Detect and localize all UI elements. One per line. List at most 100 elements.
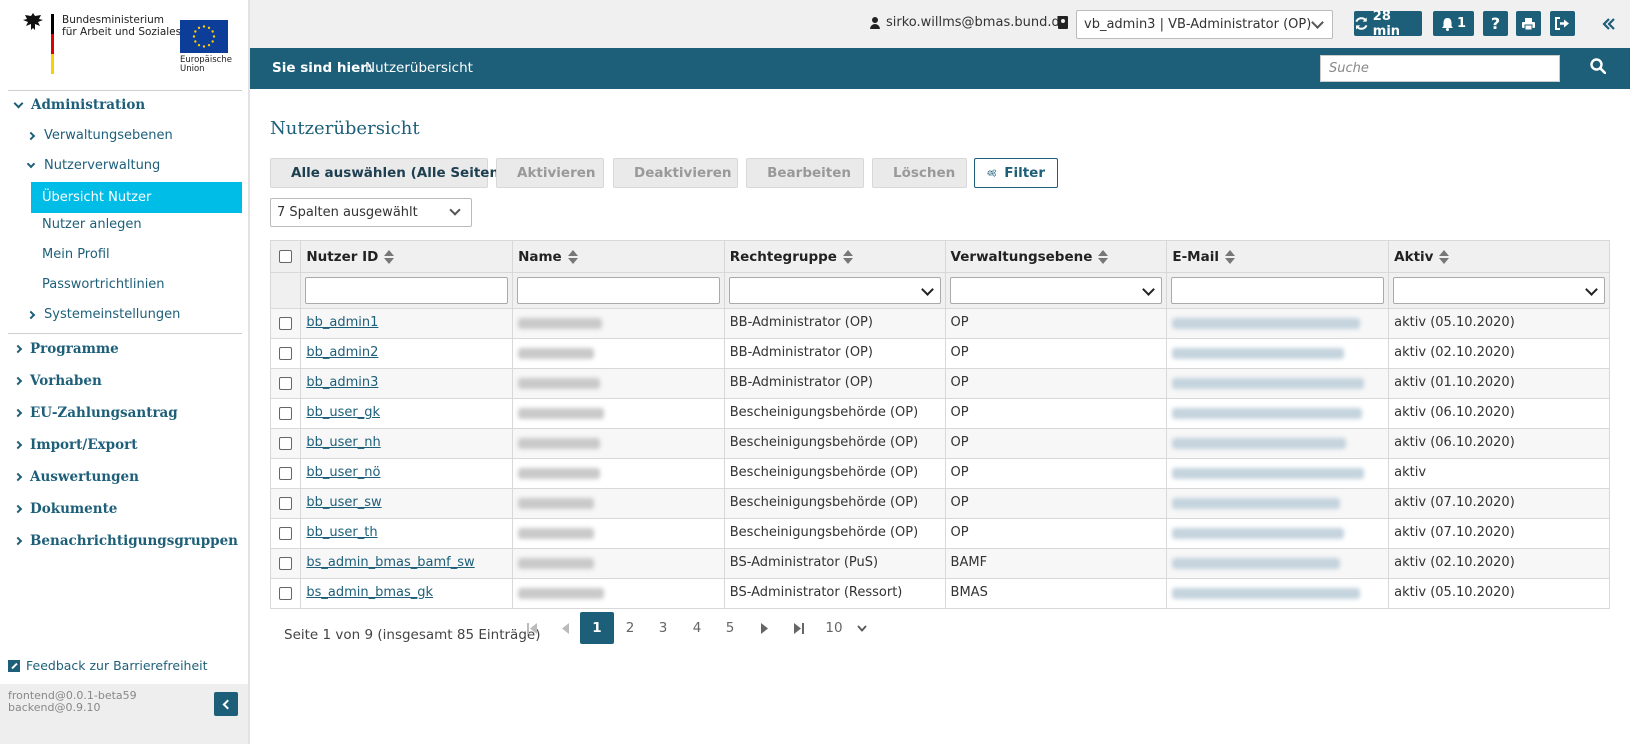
chevron-right-icon — [13, 536, 23, 546]
table-row[interactable]: bb_user_th Bescheinigungsbehörde (OP) OP ak… — [269, 518, 1610, 549]
column-header-verwaltungsebene[interactable]: Verwaltungsebene — [944, 240, 1168, 273]
user-id-link[interactable]: bb_admin1 — [306, 315, 378, 330]
search-icon[interactable] — [1590, 58, 1606, 74]
select-all-button[interactable]: Alle auswählen (Alle Seiten) — [270, 158, 505, 188]
logout-button[interactable] — [1550, 11, 1575, 36]
help-button[interactable]: ? — [1483, 11, 1508, 36]
column-header-aktiv[interactable]: Aktiv — [1388, 240, 1610, 273]
sort-icon[interactable] — [842, 249, 853, 264]
nav-mein-profil[interactable]: Mein Profil — [42, 247, 110, 262]
filter-button[interactable]: Filter — [974, 158, 1058, 188]
filter-nutzer-id-input[interactable] — [305, 277, 509, 304]
column-header-rechtegruppe[interactable]: Rechtegruppe — [723, 240, 946, 273]
external-link-icon — [8, 659, 20, 672]
user-id-link[interactable]: bb_user_nö — [306, 465, 380, 480]
table-row[interactable]: bb_admin2 BB-Administrator (OP) OP aktiv (0… — [269, 338, 1610, 369]
edit-button[interactable]: Bearbeiten — [746, 158, 864, 188]
next-page-button[interactable] — [754, 612, 774, 644]
sort-icon[interactable] — [1439, 249, 1450, 264]
table-row[interactable]: bb_user_nh Bescheinigungsbehörde (OP) OP ak… — [269, 428, 1610, 459]
page-size-select[interactable]: 10 — [822, 612, 870, 644]
column-header-nutzer-id[interactable]: Nutzer ID — [300, 240, 514, 273]
nav-benachrichtigungsgruppen[interactable]: Benachrichtigungsgruppen — [13, 533, 238, 549]
table-row[interactable]: bb_user_sw Bescheinigungsbehörde (OP) OP ak… — [269, 488, 1610, 519]
collapse-sidebar-button[interactable] — [214, 692, 238, 716]
user-id-link[interactable]: bs_admin_bmas_gk — [306, 585, 433, 600]
delete-button[interactable]: Löschen — [872, 158, 967, 188]
user-id-link[interactable]: bb_user_nh — [306, 435, 380, 450]
page-button-2[interactable]: 2 — [620, 612, 640, 644]
last-page-button[interactable] — [788, 612, 808, 644]
page-button-1[interactable]: 1 — [580, 612, 614, 644]
filter-verwaltungsebene-select[interactable] — [949, 277, 1163, 304]
nav-uebersicht-nutzer[interactable]: Übersicht Nutzer — [31, 182, 242, 213]
table-row[interactable]: bs_admin_bmas_gk BS-Administrator (Ressor… — [269, 578, 1610, 609]
nav-dokumente[interactable]: Dokumente — [13, 501, 118, 517]
nav-vorhaben[interactable]: Vorhaben — [13, 373, 102, 389]
header-select-cell — [269, 240, 302, 273]
row-checkbox[interactable] — [279, 527, 293, 540]
row-checkbox[interactable] — [279, 467, 293, 480]
column-header-name[interactable]: Name — [512, 240, 725, 273]
user-id-link[interactable]: bb_user_gk — [306, 405, 380, 420]
cell-name — [512, 338, 725, 369]
rechtegruppe-value: BB-Administrator (OP) — [729, 375, 873, 390]
nav-passwortrichtlinien[interactable]: Passwortrichtlinien — [42, 277, 165, 292]
user-id-link[interactable]: bb_user_sw — [306, 495, 381, 510]
row-checkbox[interactable] — [279, 377, 293, 390]
row-checkbox[interactable] — [279, 497, 293, 510]
table-row[interactable]: bb_user_nö Bescheinigungsbehörde (OP) OP ak… — [269, 458, 1610, 489]
nav-administration[interactable]: Administration — [13, 97, 145, 113]
page-button-5[interactable]: 5 — [720, 612, 740, 644]
nav-nutzerverwaltung[interactable]: Nutzerverwaltung — [26, 158, 160, 173]
notifications-button[interactable]: 1 — [1433, 11, 1474, 36]
user-id-link[interactable]: bs_admin_bmas_bamf_sw — [306, 555, 474, 570]
row-checkbox[interactable] — [279, 557, 293, 570]
cell-rechtegruppe: BB-Administrator (OP) — [723, 338, 946, 369]
user-id-link[interactable]: bb_admin3 — [306, 375, 378, 390]
table-row[interactable]: bb_user_gk Bescheinigungsbehörde (OP) OP ak… — [269, 398, 1610, 429]
sort-icon[interactable] — [1224, 249, 1235, 264]
table-row[interactable]: bb_admin1 BB-Administrator (OP) OP aktiv (0… — [269, 308, 1610, 339]
nav-import-export[interactable]: Import/Export — [13, 437, 137, 453]
row-checkbox[interactable] — [279, 317, 293, 330]
user-id-link[interactable]: bb_admin2 — [306, 345, 378, 360]
double-chevron-left-icon[interactable] — [1602, 15, 1616, 36]
sort-icon[interactable] — [384, 249, 395, 264]
nav-eu-zahlungsantrag-label: EU-Zahlungsantrag — [30, 405, 178, 421]
feedback-link[interactable]: Feedback zur Barrierefreiheit — [8, 658, 208, 673]
page-button-4[interactable]: 4 — [687, 612, 707, 644]
first-page-button[interactable] — [522, 612, 542, 644]
nav-programme[interactable]: Programme — [13, 341, 119, 357]
nav-nutzer-anlegen[interactable]: Nutzer anlegen — [42, 217, 142, 232]
row-checkbox[interactable] — [279, 407, 293, 420]
nav-dokumente-label: Dokumente — [30, 501, 118, 517]
nav-eu-zahlungsantrag[interactable]: EU-Zahlungsantrag — [13, 405, 178, 421]
table-row[interactable]: bs_admin_bmas_bamf_sw BS-Administrator (P… — [269, 548, 1610, 579]
row-checkbox[interactable] — [279, 437, 293, 450]
nav-verwaltungsebenen[interactable]: Verwaltungsebenen — [26, 128, 173, 143]
previous-page-button[interactable] — [556, 612, 576, 644]
page-button-3[interactable]: 3 — [653, 612, 673, 644]
filter-rechtegruppe-select[interactable] — [728, 277, 941, 304]
session-timer-button[interactable]: 28 min — [1354, 9, 1422, 39]
search-input[interactable]: Suche — [1320, 55, 1560, 82]
row-checkbox[interactable] — [279, 347, 293, 360]
sort-icon[interactable] — [1098, 249, 1109, 264]
print-button[interactable] — [1516, 11, 1541, 36]
activate-button[interactable]: Aktivieren — [496, 158, 604, 188]
user-id-link[interactable]: bb_user_th — [306, 525, 377, 540]
nav-systemeinstellungen[interactable]: Systemeinstellungen — [26, 307, 180, 322]
sort-icon[interactable] — [567, 249, 578, 264]
filter-aktiv-select[interactable] — [1393, 277, 1605, 304]
table-row[interactable]: bb_admin3 BB-Administrator (OP) OP aktiv (0… — [269, 368, 1610, 399]
deactivate-button[interactable]: Deaktivieren — [613, 158, 738, 188]
select-all-checkbox[interactable] — [279, 250, 293, 263]
column-header-email[interactable]: E-Mail — [1166, 240, 1390, 273]
row-checkbox[interactable] — [279, 587, 293, 600]
nav-auswertungen[interactable]: Auswertungen — [13, 469, 139, 485]
role-select[interactable]: vb_admin3 | VB-Administrator (OP) — [1076, 10, 1333, 39]
filter-name-input[interactable] — [517, 277, 720, 304]
column-select[interactable]: 7 Spalten ausgewählt — [270, 198, 472, 227]
filter-email-input[interactable] — [1171, 277, 1385, 304]
